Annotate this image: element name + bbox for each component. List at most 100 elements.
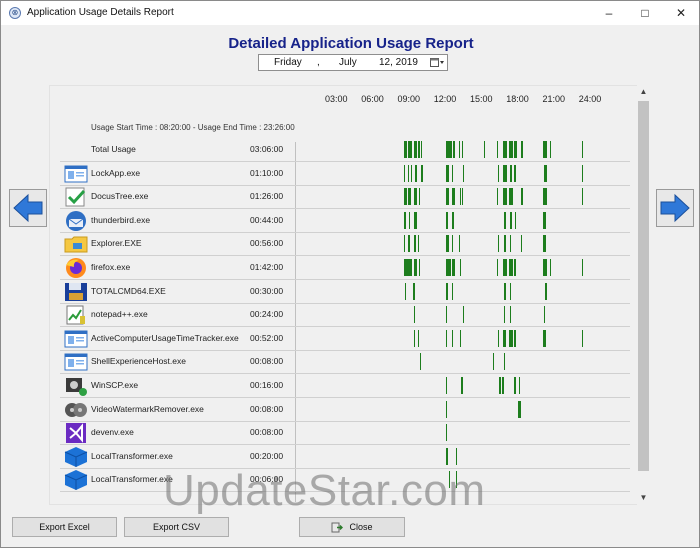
- usage-segment: [510, 306, 512, 324]
- video-reel-icon: [63, 399, 89, 421]
- usage-segment: [403, 164, 406, 182]
- table-row: WinSCP.exe 00:16:00: [50, 374, 638, 398]
- usage-segment: [408, 259, 413, 276]
- table-row: ShellExperienceHost.exe 00:08:00: [50, 350, 638, 375]
- app-window-icon: [63, 351, 89, 373]
- usage-segment: [509, 329, 513, 347]
- table-row: VideoWatermarkRemover.exe 00:08:00: [50, 398, 638, 422]
- table-row: thunderbird.exe 00:44:00: [50, 209, 638, 233]
- close-window-icon[interactable]: ✕: [663, 1, 699, 25]
- usage-segment: [521, 235, 523, 253]
- usage-segment: [421, 164, 423, 182]
- calendar-dropdown-icon[interactable]: [430, 57, 444, 68]
- close-label: Close: [349, 522, 373, 532]
- minimize-icon[interactable]: –: [591, 1, 627, 25]
- usage-segment: [544, 306, 546, 324]
- scroll-thumb[interactable]: [638, 101, 649, 471]
- scroll-up-icon[interactable]: ▲: [637, 85, 650, 99]
- usage-segment: [413, 259, 418, 276]
- app-name: Explorer.EXE: [91, 238, 142, 249]
- thunderbird-icon: [63, 210, 89, 232]
- app-name: DocusTree.exe: [91, 191, 149, 202]
- notepad-icon: [63, 304, 89, 326]
- table-row: DocusTree.exe 01:26:00: [50, 185, 638, 210]
- export-csv-button[interactable]: Export CSV: [124, 517, 229, 537]
- usage-segment: [413, 188, 418, 206]
- usage-segment: [497, 329, 499, 347]
- hour-label: 03:00: [324, 94, 348, 104]
- hour-label: 06:00: [361, 94, 384, 104]
- usage-segment: [503, 188, 507, 206]
- usage-segment: [451, 164, 453, 182]
- next-day-button[interactable]: [656, 189, 694, 227]
- usage-segment: [581, 329, 583, 347]
- usage-segment: [420, 141, 423, 158]
- date-weekday: Friday: [274, 57, 302, 68]
- usage-segment: [408, 211, 410, 229]
- usage-segment: [408, 188, 411, 206]
- usage-segment: [509, 188, 513, 206]
- date-separator: ,: [317, 57, 320, 68]
- usage-segment: [445, 400, 447, 418]
- floppy-disk-icon: [63, 281, 89, 303]
- table-row: Total Usage 03:06:00: [50, 138, 638, 162]
- export-excel-button[interactable]: Export Excel: [12, 517, 117, 537]
- usage-segment: [408, 164, 410, 182]
- usage-duration: 00:30:00: [250, 285, 284, 296]
- report-window: ⊗ Application Usage Details Report – □ ✕…: [0, 0, 700, 548]
- usage-duration: 01:42:00: [250, 262, 284, 272]
- usage-segment: [492, 353, 494, 371]
- app-name: devenv.exe: [91, 427, 134, 438]
- hour-label: 09:00: [397, 94, 421, 104]
- usage-segment: [503, 329, 507, 347]
- usage-segment: [420, 353, 422, 371]
- usage-segment: [519, 400, 521, 418]
- usage-segment: [521, 141, 523, 158]
- window-title: Application Usage Details Report: [27, 7, 174, 18]
- usage-segment: [514, 141, 517, 158]
- usage-segment: [455, 447, 458, 465]
- usage-segment: [408, 235, 410, 253]
- usage-segment: [445, 259, 452, 276]
- close-button[interactable]: Close: [299, 517, 405, 537]
- usage-duration: 00:52:00: [250, 332, 284, 343]
- app-name: LocalTransformer.exe: [91, 450, 173, 461]
- usage-segment: [496, 259, 499, 276]
- usage-segment: [445, 377, 447, 394]
- usage-segment: [514, 259, 517, 276]
- arrow-left-icon: [13, 193, 43, 223]
- maximize-icon[interactable]: □: [627, 1, 663, 25]
- usage-segment: [461, 188, 464, 206]
- usage-duration: 00:08:00: [250, 427, 284, 438]
- usage-segment: [542, 188, 547, 206]
- previous-day-button[interactable]: [9, 189, 47, 227]
- usage-segment: [452, 259, 455, 276]
- usage-segment: [417, 141, 420, 158]
- hour-label: 18:00: [506, 94, 529, 104]
- hour-label: 12:00: [433, 94, 457, 104]
- usage-segment: [461, 141, 464, 158]
- usage-segment: [417, 235, 420, 253]
- app-name: LocalTransformer.exe: [91, 474, 173, 485]
- usage-segment: [413, 329, 416, 347]
- hour-label: 15:00: [469, 94, 493, 104]
- usage-segment: [445, 329, 448, 347]
- scroll-down-icon[interactable]: ▼: [637, 491, 650, 505]
- visual-studio-icon: [63, 422, 89, 444]
- app-name: ActiveComputerUsageTimeTracker.exe: [91, 332, 239, 343]
- date-picker[interactable]: Friday , July 12, 2019: [258, 54, 448, 71]
- usage-segment: [445, 164, 450, 182]
- usage-segment: [509, 259, 513, 276]
- usage-segment: [412, 282, 415, 300]
- usage-segment: [518, 377, 520, 394]
- cube-icon: [63, 469, 89, 491]
- usage-segment: [413, 306, 415, 324]
- usage-duration: 00:20:00: [250, 450, 284, 461]
- usage-segment: [504, 353, 506, 371]
- usage-segment: [496, 188, 499, 206]
- usage-segment: [503, 235, 506, 253]
- vertical-scrollbar[interactable]: ▲ ▼: [637, 85, 650, 505]
- report-title: Detailed Application Usage Report: [228, 35, 474, 52]
- app-name: notepad++.exe: [91, 309, 148, 320]
- usage-segment: [503, 164, 507, 182]
